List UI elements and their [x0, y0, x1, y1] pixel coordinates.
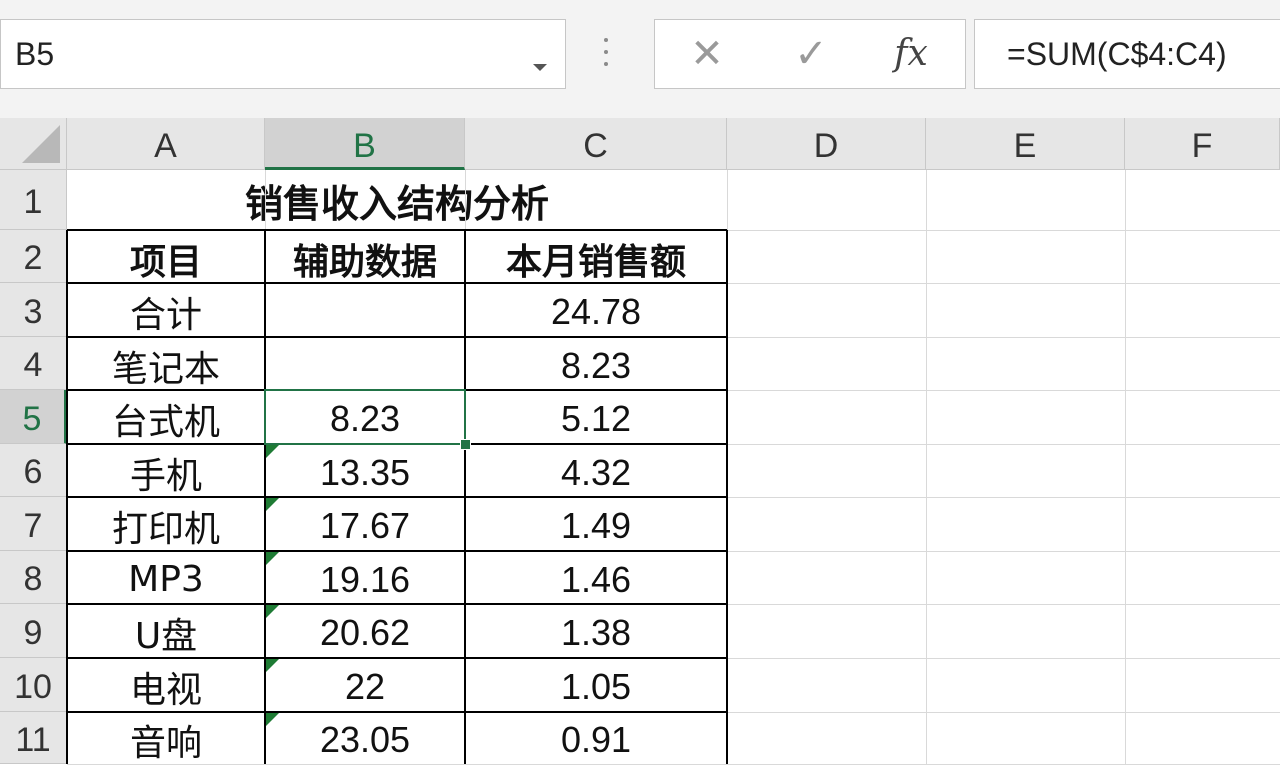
sheet-title[interactable]: 销售收入结构分析 [67, 170, 727, 230]
cell-aux[interactable]: 22 [265, 660, 465, 714]
error-indicator-icon[interactable] [266, 713, 279, 726]
cell-item[interactable]: 台式机 [67, 392, 265, 446]
table-border [67, 336, 727, 338]
chevron-down-icon[interactable] [533, 64, 547, 71]
table-border [67, 389, 727, 391]
table-border [67, 496, 727, 498]
name-box[interactable]: B5 [0, 19, 566, 89]
fill-handle[interactable] [460, 439, 471, 450]
row-header-2[interactable]: 2 [0, 230, 67, 283]
fx-icon[interactable]: fx [881, 28, 941, 80]
row-header-6[interactable]: 6 [0, 444, 67, 497]
cell-aux[interactable] [265, 339, 465, 392]
error-indicator-icon[interactable] [266, 445, 279, 458]
table-border [67, 603, 727, 605]
spreadsheet-grid: 销售收入结构分析 A B C D E F 1 2 3 4 5 6 7 8 9 10 11 项目 辅助数据 本月销售额合… [0, 118, 1280, 766]
cell-aux[interactable]: 19.16 [265, 553, 465, 606]
cell-sales[interactable]: 4.32 [465, 446, 727, 499]
row-header-1[interactable]: 1 [0, 170, 67, 230]
table-border [67, 282, 727, 284]
error-indicator-icon[interactable] [266, 498, 279, 511]
error-indicator-icon[interactable] [266, 552, 279, 565]
cell-item[interactable]: 音响 [67, 714, 265, 766]
table-border [67, 229, 727, 231]
formula-buttons: ✕ ✓ fx [654, 19, 966, 89]
table-border [67, 443, 727, 445]
column-header-c[interactable]: C [465, 118, 727, 170]
cell-sales[interactable]: 0.91 [465, 714, 727, 766]
column-header-a[interactable]: A [67, 118, 265, 170]
column-header-e[interactable]: E [926, 118, 1125, 170]
error-indicator-icon[interactable] [266, 605, 279, 618]
row-header-10[interactable]: 10 [0, 658, 67, 712]
column-header-b[interactable]: B [265, 118, 465, 170]
formula-input[interactable]: =SUM(C$4:C4) [974, 19, 1280, 89]
cell-sales[interactable]: 5.12 [465, 392, 727, 446]
cell-aux[interactable]: 23.05 [265, 714, 465, 766]
gridline [926, 170, 927, 764]
cell-sales[interactable]: 8.23 [465, 339, 727, 392]
cell-item[interactable]: 笔记本 [67, 339, 265, 392]
table-border [67, 657, 727, 659]
check-icon[interactable]: ✓ [781, 28, 841, 80]
table-border [67, 711, 727, 713]
cell-item[interactable]: 合计 [67, 285, 265, 339]
close-icon[interactable]: ✕ [677, 28, 737, 80]
cell-aux[interactable]: 17.67 [265, 499, 465, 553]
row-header-7[interactable]: 7 [0, 497, 67, 551]
table-border [67, 550, 727, 552]
formula-bar: B5 ✕ ✓ fx =SUM(C$4:C4) [0, 0, 1280, 118]
cell-aux[interactable] [265, 285, 465, 339]
row-header-8[interactable]: 8 [0, 551, 67, 604]
row-header-9[interactable]: 9 [0, 604, 67, 658]
cell-sales[interactable]: 1.38 [465, 606, 727, 660]
cell-sales[interactable]: 1.49 [465, 499, 727, 553]
gridline [1125, 170, 1126, 764]
error-indicator-icon[interactable] [266, 659, 279, 672]
cell-item[interactable]: 打印机 [67, 499, 265, 553]
cell-aux[interactable]: 13.35 [265, 446, 465, 499]
column-header-f[interactable]: F [1125, 118, 1280, 170]
select-all-corner[interactable] [0, 118, 67, 170]
header-cell-aux[interactable]: 辅助数据 [265, 232, 465, 285]
cell-sales[interactable]: 1.05 [465, 660, 727, 714]
header-cell-sales[interactable]: 本月销售额 [465, 232, 727, 285]
row-header-4[interactable]: 4 [0, 337, 67, 390]
row-header-5[interactable]: 5 [0, 390, 67, 444]
row-header-11[interactable]: 11 [0, 712, 67, 764]
cell-sales[interactable]: 1.46 [465, 553, 727, 606]
cell-aux[interactable]: 8.23 [265, 392, 465, 446]
cell-item[interactable]: MP3 [67, 553, 265, 606]
cell-item[interactable]: U盘 [67, 606, 265, 660]
cell-item[interactable]: 电视 [67, 660, 265, 714]
column-header-d[interactable]: D [727, 118, 926, 170]
cell-aux[interactable]: 20.62 [265, 606, 465, 660]
row-header-3[interactable]: 3 [0, 283, 67, 337]
formula-text[interactable]: =SUM(C$4:C4) [1007, 34, 1227, 74]
header-cell-item[interactable]: 项目 [67, 232, 265, 285]
cell-sales[interactable]: 24.78 [465, 285, 727, 339]
more-vertical-icon[interactable] [603, 38, 609, 70]
select-all-icon[interactable] [22, 125, 60, 163]
cell-item[interactable]: 手机 [67, 446, 265, 499]
name-box-value[interactable]: B5 [15, 34, 54, 74]
